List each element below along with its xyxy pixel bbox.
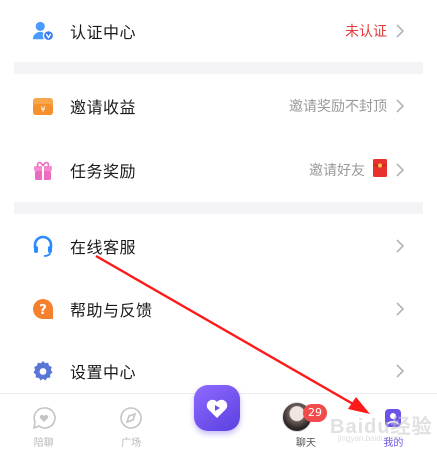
online-support-label: 在线客服 <box>70 238 137 257</box>
help-feedback-right <box>395 301 405 317</box>
menu-section-rewards: ¥ 邀请收益 邀请奖励不封顶 任务奖励 邀请好友 <box>0 74 437 202</box>
section-divider <box>14 202 423 214</box>
online-support-row[interactable]: 在线客服 <box>0 214 437 278</box>
svg-text:¥: ¥ <box>40 105 45 114</box>
help-feedback-label: 帮助与反馈 <box>70 301 153 320</box>
tab-label: 陪聊 <box>33 438 54 449</box>
chevron-right-icon <box>395 98 405 114</box>
chevron-right-icon <box>395 363 405 379</box>
task-reward-hint: 邀请好友 <box>309 163 365 179</box>
tab-label: 广场 <box>121 438 142 449</box>
chevron-right-icon <box>395 162 405 178</box>
help-icon: ? <box>32 298 54 320</box>
settings-center-right <box>395 363 405 379</box>
tab-label: 聊天 <box>295 438 316 449</box>
chevron-right-icon <box>395 23 405 39</box>
chevron-right-icon <box>395 238 405 254</box>
heart-play-icon <box>206 399 228 418</box>
chevron-right-icon <box>395 301 405 317</box>
settings-center-label: 设置中心 <box>70 363 137 382</box>
task-reward-right: 邀请好友 <box>309 159 405 181</box>
verify-status: 未认证 <box>345 24 387 40</box>
gear-icon <box>32 360 54 382</box>
verify-center-label: 认证中心 <box>70 23 137 42</box>
chat-unread-badge: 29 <box>303 404 327 422</box>
tab-chat-companion[interactable]: 陪聊 <box>0 394 87 455</box>
wallet-icon: ¥ <box>32 95 54 117</box>
svg-text:?: ? <box>39 303 47 318</box>
heart-chat-icon <box>32 407 56 430</box>
invite-income-hint: 邀请奖励不封顶 <box>289 99 387 115</box>
tab-square[interactable]: 广场 <box>87 394 174 455</box>
verify-center-row[interactable]: 认证中心 未认证 <box>0 0 437 62</box>
menu-section-verify: 认证中心 未认证 <box>0 0 437 62</box>
watermark-sub: jingyan.baidu.com <box>338 434 403 443</box>
invite-income-row[interactable]: ¥ 邀请收益 邀请奖励不封顶 <box>0 74 437 138</box>
online-support-right <box>395 238 405 254</box>
red-envelope-icon <box>372 159 388 181</box>
gift-icon <box>32 159 54 181</box>
headset-icon <box>32 235 54 257</box>
task-reward-row[interactable]: 任务奖励 邀请好友 <box>0 138 437 202</box>
user-verify-icon <box>32 20 54 42</box>
invite-income-label: 邀请收益 <box>70 98 137 117</box>
menu-section-support: 在线客服 ? 帮助与反馈 设置中心 <box>0 214 437 402</box>
invite-income-right: 邀请奖励不封顶 <box>289 96 405 116</box>
task-reward-label: 任务奖励 <box>70 162 137 181</box>
compass-icon <box>120 407 142 429</box>
help-feedback-row[interactable]: ? 帮助与反馈 <box>0 278 437 340</box>
verify-right: 未认证 <box>345 21 405 41</box>
section-divider <box>14 62 423 74</box>
center-action-button[interactable] <box>194 385 240 431</box>
